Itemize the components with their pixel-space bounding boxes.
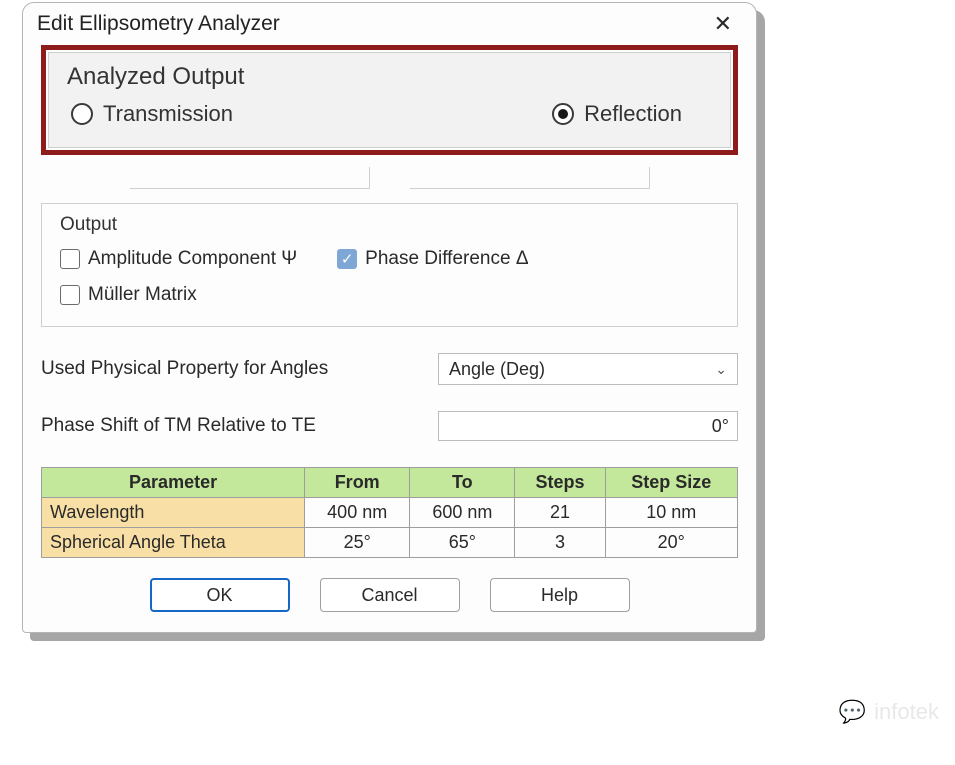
angle-property-label: Used Physical Property for Angles <box>41 358 328 380</box>
hidden-field-row <box>41 167 738 193</box>
col-steps: Steps <box>515 468 605 498</box>
col-from: From <box>305 468 410 498</box>
analyzed-output-radios: Transmission Reflection <box>67 95 712 127</box>
radio-transmission[interactable]: Transmission <box>71 101 233 127</box>
radio-transmission-label: Transmission <box>103 101 233 127</box>
cell-step-size: 10 nm <box>605 498 737 528</box>
watermark-text: infotek <box>874 699 939 725</box>
titlebar: Edit Ellipsometry Analyzer ✕ <box>23 3 756 43</box>
output-legend: Output <box>60 214 719 236</box>
dialog-window: Edit Ellipsometry Analyzer ✕ Analyzed Ou… <box>22 2 757 633</box>
cell-from: 400 nm <box>305 498 410 528</box>
cell-from: 25° <box>305 528 410 558</box>
table-header-row: Parameter From To Steps Step Size <box>42 468 738 498</box>
parameters-table: Parameter From To Steps Step Size Wavele… <box>41 467 738 558</box>
phase-shift-label: Phase Shift of TM Relative to TE <box>41 415 316 437</box>
col-parameter: Parameter <box>42 468 305 498</box>
checkbox-muller[interactable]: Müller Matrix <box>60 284 197 306</box>
phase-shift-input[interactable]: 0° <box>438 411 738 441</box>
analyzed-output-group: Analyzed Output Transmission Reflection <box>48 52 731 148</box>
table-row[interactable]: Wavelength 400 nm 600 nm 21 10 nm <box>42 498 738 528</box>
checkbox-amplitude[interactable]: Amplitude Component Ψ <box>60 248 297 270</box>
angle-property-row: Used Physical Property for Angles Angle … <box>41 353 738 385</box>
radio-reflection-label: Reflection <box>584 101 682 127</box>
cell-steps: 21 <box>515 498 605 528</box>
angle-property-select[interactable]: Angle (Deg) ⌄ <box>438 353 738 385</box>
checkbox-icon <box>60 285 80 305</box>
dialog-content: Analyzed Output Transmission Reflection <box>23 45 756 632</box>
cell-to: 600 nm <box>410 498 515 528</box>
cancel-button[interactable]: Cancel <box>320 578 460 612</box>
col-to: To <box>410 468 515 498</box>
analyzed-output-highlight: Analyzed Output Transmission Reflection <box>41 45 738 155</box>
chat-icon: 💬 <box>839 699 866 725</box>
ghost-field <box>410 167 650 189</box>
close-icon[interactable]: ✕ <box>708 11 738 37</box>
analyzed-output-legend: Analyzed Output <box>67 63 712 91</box>
ok-button[interactable]: OK <box>150 578 290 612</box>
cell-steps: 3 <box>515 528 605 558</box>
col-step-size: Step Size <box>605 468 737 498</box>
chevron-down-icon: ⌄ <box>715 361 727 378</box>
checkbox-phase[interactable]: Phase Difference Δ <box>337 248 528 270</box>
output-check-row-1: Amplitude Component Ψ Phase Difference Δ <box>60 248 719 270</box>
phase-shift-row: Phase Shift of TM Relative to TE 0° <box>41 411 738 441</box>
help-button[interactable]: Help <box>490 578 630 612</box>
radio-reflection[interactable]: Reflection <box>552 101 682 127</box>
output-group: Output Amplitude Component Ψ Phase Diffe… <box>41 203 738 327</box>
cell-to: 65° <box>410 528 515 558</box>
checkbox-icon <box>60 249 80 269</box>
watermark: 💬 infotek <box>839 699 939 725</box>
phase-shift-value: 0° <box>712 416 729 437</box>
dialog-title: Edit Ellipsometry Analyzer <box>37 12 280 36</box>
cell-param-name: Spherical Angle Theta <box>42 528 305 558</box>
checkbox-icon <box>337 249 357 269</box>
checkbox-amplitude-label: Amplitude Component Ψ <box>88 248 297 270</box>
cell-param-name: Wavelength <box>42 498 305 528</box>
checkbox-muller-label: Müller Matrix <box>88 284 197 306</box>
checkbox-phase-label: Phase Difference Δ <box>365 248 528 270</box>
output-check-row-2: Müller Matrix <box>60 284 719 306</box>
table-row[interactable]: Spherical Angle Theta 25° 65° 3 20° <box>42 528 738 558</box>
dialog-buttons: OK Cancel Help <box>41 578 738 612</box>
radio-icon <box>552 103 574 125</box>
ghost-field <box>130 167 370 189</box>
radio-icon <box>71 103 93 125</box>
angle-property-value: Angle (Deg) <box>449 359 545 380</box>
cell-step-size: 20° <box>605 528 737 558</box>
